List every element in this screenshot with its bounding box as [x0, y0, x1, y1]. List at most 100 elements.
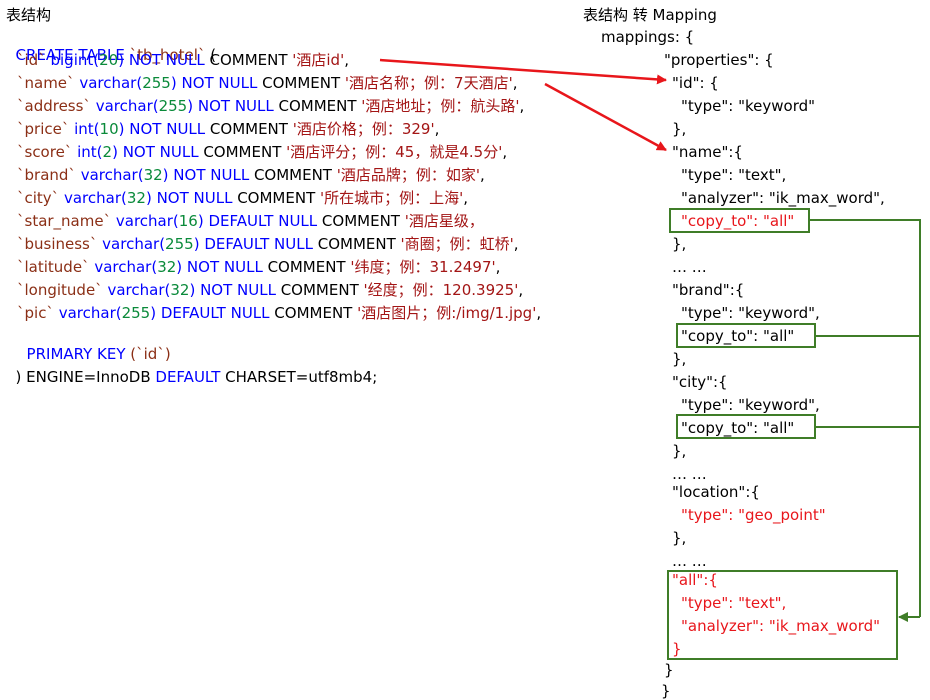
- sql-column-modifiers: NOT NULL: [182, 258, 263, 276]
- sql-comment-keyword: COMMENT: [198, 143, 287, 161]
- mapping-root-close: }: [661, 682, 671, 700]
- sql-column-name: `address`: [17, 97, 91, 115]
- mapping-name-analyzer: "analyzer": "ik_max_word",: [681, 189, 885, 207]
- sql-column-modifiers: NOT NULL: [176, 74, 258, 92]
- mapping-id-open: "id": {: [672, 74, 719, 92]
- sql-column-comment: '酒店星级，: [404, 212, 484, 230]
- sql-column-type: varchar(: [79, 74, 143, 92]
- sql-column-separator: ,: [518, 281, 524, 299]
- mapping-properties-close: }: [664, 661, 674, 679]
- sql-column-comment: '酒店价格；例：329': [292, 120, 435, 138]
- mapping-ellipsis: … …: [672, 258, 707, 276]
- sql-column-line: `address` varchar(255) NOT NULL COMMENT …: [17, 97, 524, 115]
- sql-column-line: `star_name` varchar(16) DEFAULT NULL COM…: [17, 212, 484, 230]
- mapping-all-type: "type": "text",: [681, 594, 787, 612]
- sql-comment-keyword: COMMENT: [269, 304, 358, 322]
- sql-column-line: `brand` varchar(32) NOT NULL COMMENT '酒店…: [17, 166, 485, 184]
- sql-column-name: `longitude`: [17, 281, 103, 299]
- sql-column-separator: ,: [495, 258, 501, 276]
- sql-comment-keyword: COMMENT: [249, 166, 337, 184]
- sql-column-separator: ,: [344, 51, 349, 69]
- mapping-id-type: "type": "keyword": [681, 97, 816, 115]
- sql-column-comment: '所在城市；例：上海': [320, 189, 464, 207]
- sql-column-modifiers: DEFAULT NULL: [199, 235, 313, 253]
- mapping-city-type: "type": "keyword",: [681, 396, 820, 414]
- sql-column-modifiers: NOT NULL: [168, 166, 250, 184]
- sql-column-separator: ,: [434, 120, 440, 138]
- sql-column-name: `pic`: [17, 304, 54, 322]
- sql-column-size: 255: [142, 74, 171, 92]
- mapping-name-close: },: [672, 235, 687, 253]
- sql-column-comment: '经度；例：120.3925': [363, 281, 519, 299]
- mapping-ellipsis: … …: [672, 465, 707, 483]
- mapping-location-type: "type": "geo_point": [681, 506, 826, 524]
- sql-column-type: varchar(: [95, 97, 159, 115]
- sql-column-size: 32: [126, 189, 146, 207]
- sql-column-separator: ,: [463, 189, 469, 207]
- sql-engine-charset: CHARSET=utf8mb4;: [220, 368, 378, 386]
- sql-column-separator: ,: [479, 166, 485, 184]
- mapping-city-close: },: [672, 442, 687, 460]
- mapping-brand-open: "brand":{: [672, 281, 745, 299]
- mapping-root-open: mappings: {: [601, 28, 695, 46]
- sql-column-modifiers: DEFAULT NULL: [203, 212, 318, 230]
- sql-column-size: 32: [143, 166, 163, 184]
- sql-column-comment: '酒店名称；例：7天酒店': [344, 74, 513, 92]
- sql-comment-keyword: COMMENT: [232, 189, 320, 207]
- sql-engine-line: ) ENGINE=InnoDB DEFAULT CHARSET=utf8mb4;: [6, 350, 378, 386]
- sql-column-separator: ,: [513, 235, 519, 253]
- sql-column-type: varchar(: [107, 281, 171, 299]
- sql-column-type: varchar(: [80, 166, 144, 184]
- mapping-all-analyzer: "analyzer": "ik_max_word": [681, 617, 881, 635]
- mapping-all-close: }: [672, 640, 682, 658]
- mapping-properties-open: "properties": {: [664, 51, 774, 69]
- left-title: 表结构: [6, 6, 52, 24]
- sql-column-size: 255: [158, 97, 188, 115]
- sql-column-type: varchar(: [58, 304, 122, 322]
- mapping-ellipsis: … …: [672, 552, 707, 570]
- mapping-brand-type: "type": "keyword",: [681, 304, 820, 322]
- sql-column-line: `pic` varchar(255) DEFAULT NULL COMMENT …: [17, 304, 541, 322]
- sql-column-size: 32: [170, 281, 190, 299]
- sql-column-line: `id` bigint(20) NOT NULL COMMENT '酒店id',: [17, 51, 349, 69]
- sql-column-name: `latitude`: [17, 258, 90, 276]
- sql-comment-keyword: COMMENT: [275, 281, 364, 299]
- mapping-name-open: "name":{: [672, 143, 743, 161]
- sql-column-modifiers: NOT NULL: [193, 97, 274, 115]
- sql-column-size: 32: [157, 258, 177, 276]
- sql-column-size: 255: [165, 235, 194, 253]
- sql-column-size: 10: [99, 120, 119, 138]
- sql-column-size: 16: [178, 212, 198, 230]
- sql-column-separator: ,: [512, 74, 518, 92]
- mapping-name-type: "type": "text",: [681, 166, 787, 184]
- sql-column-comment: '商圈；例：虹桥': [400, 235, 514, 253]
- sql-column-separator: ,: [519, 97, 525, 115]
- sql-column-type: int(: [74, 120, 100, 138]
- mapping-city-copy-to: "copy_to": "all": [681, 419, 795, 437]
- sql-engine-default: DEFAULT: [155, 368, 221, 386]
- sql-column-type: varchar(: [94, 258, 158, 276]
- sql-comment-keyword: COMMENT: [312, 235, 401, 253]
- sql-column-modifiers: NOT NULL: [124, 120, 206, 138]
- sql-column-size: 255: [121, 304, 151, 322]
- sql-column-name: `city`: [17, 189, 60, 207]
- sql-column-separator: ,: [536, 304, 542, 322]
- mapping-id-close: },: [672, 120, 687, 138]
- sql-column-type: varchar(: [115, 212, 179, 230]
- sql-column-type: bigint(: [50, 51, 100, 69]
- sql-column-name: `business`: [17, 235, 98, 253]
- sql-column-comment: '酒店评分；例：45，就是4.5分': [286, 143, 503, 161]
- sql-engine-prefix: ) ENGINE=InnoDB: [15, 368, 156, 386]
- sql-column-name: `brand`: [17, 166, 76, 184]
- arrow-name-to-mapping: [544, 82, 667, 152]
- sql-column-comment: '酒店id': [292, 51, 345, 69]
- sql-column-name: `name`: [17, 74, 75, 92]
- sql-column-line: `longitude` varchar(32) NOT NULL COMMENT…: [17, 281, 523, 299]
- sql-column-line: `score` int(2) NOT NULL COMMENT '酒店评分；例：…: [17, 143, 507, 161]
- sql-column-line: `price` int(10) NOT NULL COMMENT '酒店价格；例…: [17, 120, 439, 138]
- sql-column-name: `id`: [17, 51, 46, 69]
- sql-comment-keyword: COMMENT: [317, 212, 405, 230]
- sql-column-comment: '酒店地址；例：航头路': [361, 97, 520, 115]
- sql-column-name: `score`: [17, 143, 73, 161]
- right-title: 表结构 转 Mapping: [583, 6, 717, 24]
